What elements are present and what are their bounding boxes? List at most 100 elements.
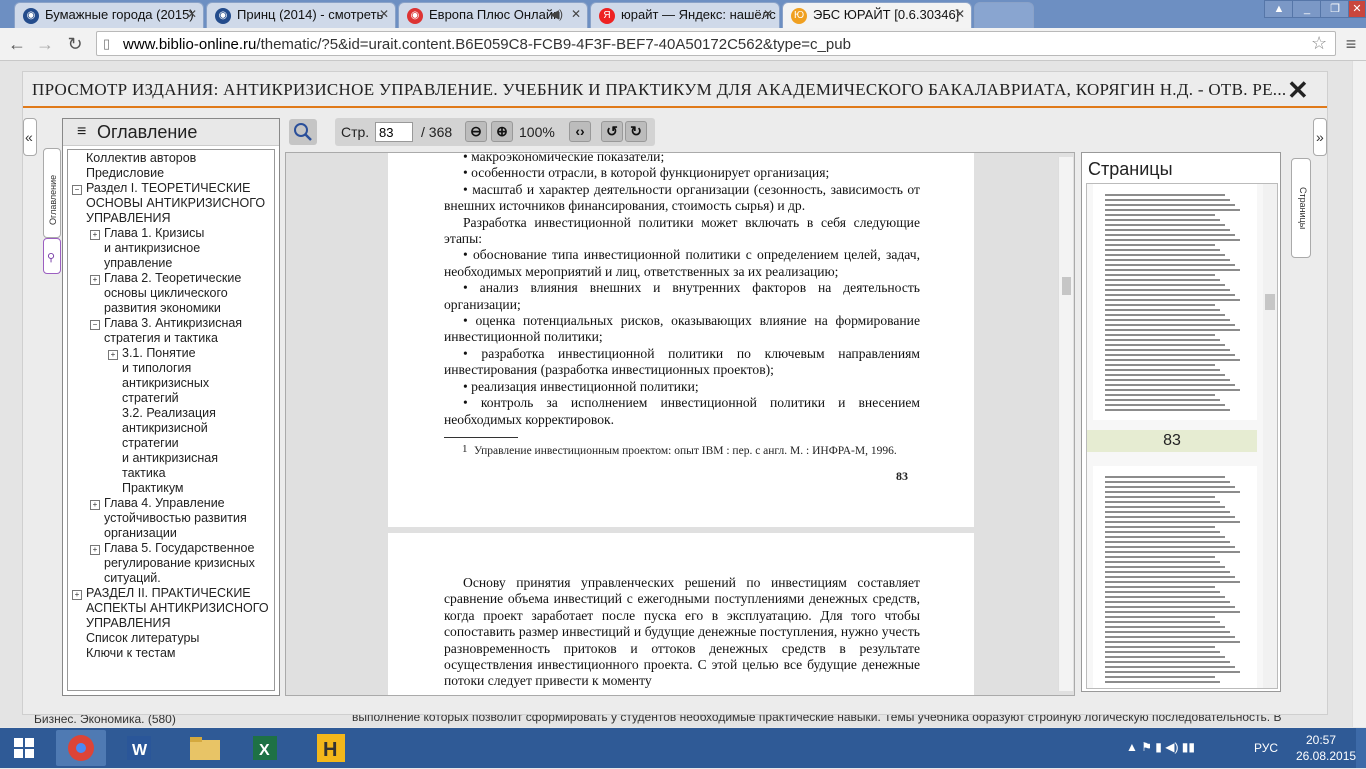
user-profile-icon[interactable]: ▲ (1264, 0, 1294, 18)
page-84-text: Основу принятия управленческих решений п… (444, 575, 920, 689)
toc-item-current[interactable]: 3.2. Реализация антикризисной стратегии … (122, 406, 218, 496)
toc-item[interactable]: Глава 1. Кризисы и антикризисное управле… (104, 226, 204, 271)
zoom-level: 100% (519, 124, 555, 140)
expand-icon[interactable]: + (90, 500, 100, 510)
menu-icon[interactable]: ≡ (1340, 33, 1362, 55)
close-tab-icon[interactable]: ✕ (187, 7, 197, 21)
toc-item[interactable]: Список литературы (86, 631, 199, 646)
thumbnail-text-line (1105, 591, 1220, 593)
thumbnail-text-line (1105, 666, 1235, 668)
thumbnail-text-line (1105, 541, 1230, 543)
viewer-scrollbar[interactable] (1058, 157, 1073, 691)
thumbs-scrollbar[interactable] (1263, 184, 1277, 688)
toc-panel: ≡ Оглавление Коллектив авторов Предислов… (62, 118, 280, 696)
rotate-right-icon[interactable]: ↻ (625, 121, 647, 142)
tab-title: Принц (2014) - смотреть (237, 7, 384, 22)
thumbnail-page-83[interactable] (1093, 184, 1257, 420)
zoom-in-icon[interactable]: ⊕ (491, 121, 513, 142)
bookmark-star-icon[interactable]: ☆ (1311, 33, 1327, 54)
back-icon[interactable]: ← (6, 33, 28, 55)
fit-width-icon[interactable]: ‹› (569, 121, 591, 142)
close-window-icon[interactable]: ✕ (1348, 0, 1366, 18)
thumbnail-text-line (1105, 516, 1235, 518)
expand-icon[interactable]: + (90, 545, 100, 555)
expand-icon[interactable]: + (108, 350, 118, 360)
thumbnail-text-line (1105, 264, 1235, 266)
reload-icon[interactable]: ↻ (64, 33, 86, 55)
minimize-icon[interactable]: _ (1292, 0, 1322, 18)
expand-icon[interactable]: + (90, 275, 100, 285)
pages-side-tab[interactable]: Страницы (1291, 158, 1311, 258)
app-h-icon[interactable]: H (306, 730, 356, 766)
thumbnail-text-line (1105, 546, 1235, 548)
browser-tab-2[interactable]: ◉ Принц (2014) - смотреть ✕ (206, 2, 396, 28)
collapse-icon[interactable]: − (90, 320, 100, 330)
tray-icons[interactable]: ▲ ⚑ ▮ ◀) ▮▮ (1126, 740, 1195, 754)
toc-side-tab[interactable]: Оглавление (43, 148, 61, 238)
toc-item[interactable]: Раздел I. ТЕОРЕТИЧЕСКИЕ ОСНОВЫ АНТИКРИЗИ… (86, 181, 265, 226)
thumbnail-text-line (1105, 299, 1240, 301)
search-button[interactable] (289, 119, 317, 145)
collapse-pages-button[interactable]: » (1313, 118, 1327, 156)
page-scrollbar[interactable] (1352, 61, 1366, 727)
thumbnail-text-line (1105, 229, 1230, 231)
chrome-icon[interactable] (56, 730, 106, 766)
thumbnail-text-line (1105, 309, 1220, 311)
document-viewer[interactable]: • макроэкономические показатели; • особе… (285, 152, 1075, 696)
toc-item[interactable]: Глава 5. Государственное регулирование к… (104, 541, 255, 586)
close-viewer-button[interactable]: ✕ (1287, 75, 1309, 106)
browser-tab-1[interactable]: ◉ Бумажные города (2015) ✕ (14, 2, 204, 28)
close-tab-icon[interactable]: ✕ (379, 7, 389, 21)
thumbnail-text-line (1105, 536, 1225, 538)
toc-item[interactable]: РАЗДЕЛ II. ПРАКТИЧЕСКИЕ АСПЕКТЫ АНТИКРИЗ… (86, 586, 269, 631)
expand-icon[interactable]: + (90, 230, 100, 240)
clock-date[interactable]: 26.08.2015 (1296, 749, 1356, 763)
windows-start-icon[interactable] (4, 730, 44, 766)
thumbnail-text-line (1105, 521, 1240, 523)
collapse-icon[interactable]: − (72, 185, 82, 195)
search-side-tab[interactable]: ⚲ (43, 238, 61, 274)
toc-item[interactable]: Глава 4. Управление устойчивостью развит… (104, 496, 247, 541)
thumbnail-text-line (1105, 289, 1230, 291)
thumbnail-text-line (1105, 476, 1225, 478)
thumbnail-text-line (1105, 661, 1230, 663)
address-bar[interactable]: ▯ www.biblio-online.ru/thematic/?5&id=ur… (96, 31, 1336, 56)
toc-item[interactable]: Ключи к тестам (86, 646, 176, 661)
collapse-toc-button[interactable]: « (23, 118, 37, 156)
toc-item[interactable]: Глава 2. Теоретические основы циклическо… (104, 271, 241, 316)
browser-tab-3[interactable]: ◉ Европа Плюс Онлайн ◀) ✕ (398, 2, 588, 28)
thumbnail-text-line (1105, 234, 1235, 236)
word-icon[interactable]: W (114, 730, 164, 766)
language-indicator[interactable]: РУС (1254, 741, 1278, 755)
restore-icon[interactable]: ❐ (1320, 0, 1350, 18)
toc-item[interactable]: 3.1. Понятие и типология антикризисных с… (122, 346, 209, 406)
toc-item[interactable]: Глава 3. Антикризисная стратегия и такти… (104, 316, 242, 346)
browser-tab-5[interactable]: Ю ЭБС ЮРАЙТ [0.6.30346] ✕ (782, 2, 972, 28)
close-tab-icon[interactable]: ✕ (955, 7, 965, 21)
scroll-thumb[interactable] (1265, 294, 1275, 310)
toc-item[interactable]: Коллектив авторов (86, 151, 196, 166)
forward-icon[interactable]: → (34, 33, 56, 55)
browser-tab-4[interactable]: Я юрайт — Яндекс: нашёлс ✕ (590, 2, 780, 28)
close-tab-icon[interactable]: ✕ (763, 7, 773, 21)
new-tab-button[interactable] (974, 2, 1034, 28)
close-tab-icon[interactable]: ✕ (571, 7, 581, 21)
zoom-out-icon[interactable]: ⊖ (465, 121, 487, 142)
toc-item[interactable]: Предисловие (86, 166, 164, 181)
total-pages: / 368 (421, 124, 453, 140)
page-number-input[interactable] (375, 122, 413, 142)
tab-title: ЭБС ЮРАЙТ [0.6.30346] (813, 7, 960, 22)
toc-list: Коллектив авторов Предисловие − Раздел I… (67, 149, 275, 691)
expand-icon[interactable]: + (72, 590, 82, 600)
thumbnails-list[interactable]: 83 (1086, 183, 1278, 689)
show-desktop-button[interactable] (1356, 728, 1366, 768)
web-page: Бизнес. Экономика. (580) выполнение кото… (0, 61, 1352, 727)
clock-time[interactable]: 20:57 (1306, 733, 1336, 747)
rotate-left-icon[interactable]: ↺ (601, 121, 623, 142)
thumbnail-page-84[interactable] (1093, 466, 1257, 688)
footnote-mark: 1 (462, 443, 468, 455)
thumbnail-text-line (1105, 576, 1235, 578)
file-explorer-icon[interactable] (180, 730, 230, 766)
excel-icon[interactable]: X (240, 730, 290, 766)
scroll-thumb[interactable] (1062, 277, 1071, 295)
